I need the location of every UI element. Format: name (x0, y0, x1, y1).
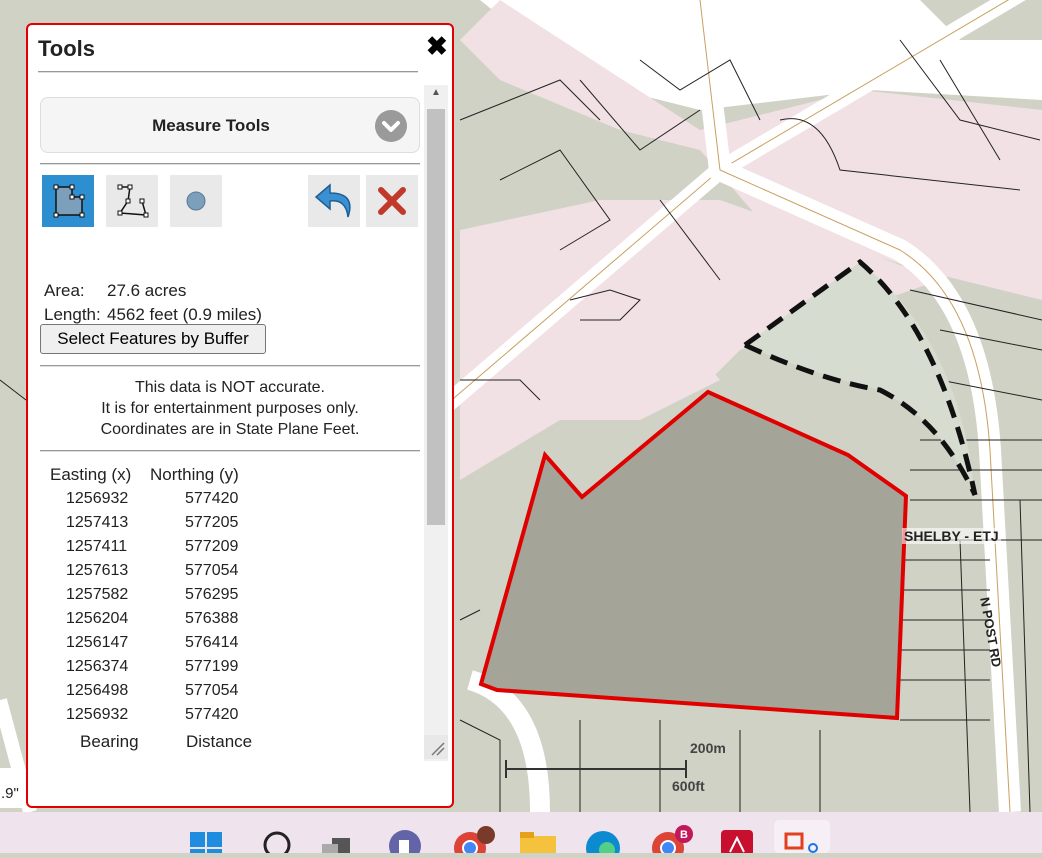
divider (40, 163, 420, 165)
tools-panel: Tools ✖ Measure Tools Area: 27.6 acres L… (26, 23, 454, 808)
easting-value: 1256147 (66, 634, 129, 651)
snipping-tool-icon[interactable] (774, 820, 830, 853)
disclaimer-line-3: Coordinates are in State Plane Feet. (100, 421, 360, 438)
search-icon[interactable] (263, 831, 291, 858)
northing-value: 577205 (185, 514, 239, 531)
easting-value: 1257411 (66, 538, 128, 555)
scroll-up-icon[interactable]: ▲ (424, 87, 448, 103)
distance-header: Distance (186, 732, 253, 751)
easting-value: 1257413 (66, 514, 129, 531)
measure-tools-dropdown[interactable]: Measure Tools (40, 97, 420, 153)
disclaimer-line-2: It is for entertainment purposes only. (101, 400, 359, 417)
easting-value: 1256932 (66, 490, 129, 507)
file-explorer-icon[interactable] (520, 832, 556, 856)
acrobat-icon[interactable] (721, 830, 753, 856)
northing-value: 577420 (185, 706, 239, 723)
undo-icon[interactable] (308, 175, 360, 227)
tools-content: Measure Tools Area: 27.6 acres Length: 4… (28, 85, 428, 785)
scale-label-meters: 200m (690, 740, 726, 756)
etj-label: SHELBY - ETJ (902, 528, 1001, 544)
svg-text:B: B (680, 829, 688, 841)
bearing-header: Bearing (80, 732, 139, 751)
northing-value: 576414 (185, 634, 239, 651)
edge-fragment: .9" (0, 768, 23, 808)
divider (38, 71, 418, 73)
scrollbar[interactable]: ▲ ▼ (424, 85, 448, 761)
taskbar: B (0, 812, 1042, 858)
easting-header: Easting (x) (50, 465, 132, 484)
scale-label-feet: 600ft (672, 778, 705, 794)
polygon-measure-icon[interactable] (42, 175, 94, 227)
chrome-profile-icon[interactable] (454, 826, 495, 858)
easting-value: 1256374 (66, 658, 129, 675)
northing-value: 577420 (185, 490, 239, 507)
disclaimer-line-1: This data is NOT accurate. (135, 379, 325, 396)
scroll-thumb[interactable] (427, 109, 445, 525)
measure-tools-label: Measure Tools (152, 116, 270, 135)
northing-value: 577199 (185, 658, 239, 675)
panel-title: Tools (38, 36, 96, 61)
select-by-buffer-button[interactable]: Select Features by Buffer (40, 324, 266, 354)
chrome-icon[interactable]: B (652, 825, 693, 858)
northing-value: 577054 (185, 562, 239, 579)
length-value: 4562 feet (0.9 miles) (107, 305, 262, 324)
clear-icon[interactable] (366, 175, 418, 227)
northing-value: 577209 (185, 538, 239, 555)
northing-header: Northing (y) (150, 465, 239, 484)
northing-value: 576295 (185, 586, 239, 603)
windows-start-icon[interactable] (190, 832, 222, 853)
teams-icon[interactable] (389, 830, 421, 858)
easting-value: 1257582 (66, 586, 129, 603)
easting-value: 1256498 (66, 682, 129, 699)
easting-value: 1256932 (66, 706, 129, 723)
close-icon[interactable]: ✖ (426, 31, 448, 61)
easting-value: 1257613 (66, 562, 129, 579)
divider (40, 450, 420, 452)
length-label: Length: (44, 305, 101, 324)
polyline-measure-icon[interactable] (106, 175, 158, 227)
easting-value: 1256204 (66, 610, 129, 627)
northing-value: 576388 (185, 610, 239, 627)
divider (40, 365, 420, 367)
task-view-icon[interactable] (322, 838, 350, 856)
area-value: 27.6 acres (107, 281, 187, 300)
edge-icon[interactable] (586, 831, 620, 858)
point-measure-icon[interactable] (170, 175, 222, 227)
resize-handle-icon[interactable] (424, 735, 448, 759)
chevron-down-icon[interactable] (375, 110, 407, 142)
northing-value: 577054 (185, 682, 239, 699)
area-label: Area: (44, 281, 85, 300)
